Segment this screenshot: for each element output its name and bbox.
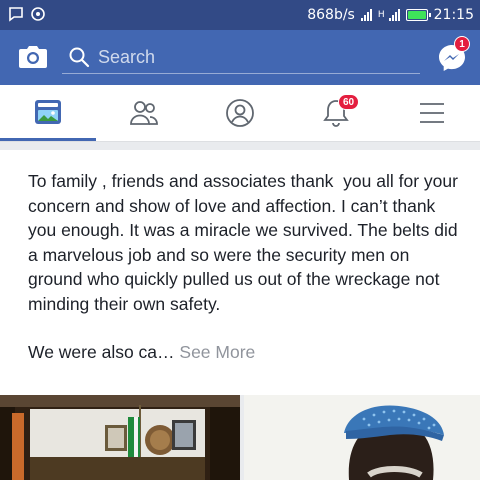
notifications-badge: 60 [338, 94, 360, 110]
circle-icon [31, 7, 45, 21]
post-photo-office[interactable] [0, 395, 240, 480]
post-paragraph-2-text: We were also ca… [28, 342, 180, 362]
man-with-cap-photo [244, 395, 480, 480]
tab-notifications[interactable]: 60 [288, 85, 384, 141]
search-icon [69, 47, 90, 68]
profile-icon [226, 99, 254, 127]
nav-bar: 60 [0, 85, 480, 142]
post-card: To family , friends and associates thank… [0, 150, 480, 395]
post-paragraph-2: We were also ca… See More [28, 340, 468, 365]
post-text: To family , friends and associates thank… [28, 169, 468, 365]
post-photo-portrait[interactable] [244, 395, 480, 480]
signal-icon [360, 9, 372, 21]
status-icons-left [8, 6, 46, 22]
network-speed: 868b/s [307, 7, 355, 23]
signal-type-label: H [377, 10, 385, 20]
tab-news-feed[interactable] [0, 85, 96, 141]
messenger-button[interactable]: 1 [436, 36, 470, 74]
search-box [62, 41, 420, 74]
search-input[interactable] [98, 43, 408, 71]
battery-icon [405, 9, 431, 21]
status-bar: 868b/s H 21:15 [0, 0, 480, 30]
friends-icon [130, 101, 158, 125]
news-feed-icon [35, 99, 61, 124]
see-more-link[interactable]: See More [179, 342, 255, 362]
status-icons-right: 868b/s H 21:15 [307, 0, 474, 30]
tab-friends[interactable] [96, 85, 192, 141]
signal-2-icon [388, 9, 400, 21]
tab-menu[interactable] [384, 85, 480, 141]
camera-button[interactable] [18, 43, 48, 71]
menu-icon [420, 103, 444, 123]
message-icon [9, 7, 23, 22]
post-paragraph-1: To family , friends and associates thank… [28, 171, 463, 314]
clock: 21:15 [433, 7, 474, 23]
messenger-badge: 1 [454, 36, 470, 52]
tab-profile[interactable] [192, 85, 288, 141]
facebook-app: 868b/s H 21:15 Search 1 60 To family , f… [0, 0, 480, 480]
camera-icon [19, 46, 47, 68]
office-photo [0, 395, 240, 480]
battery-fill [407, 11, 426, 19]
top-bar: 1 [0, 30, 480, 85]
